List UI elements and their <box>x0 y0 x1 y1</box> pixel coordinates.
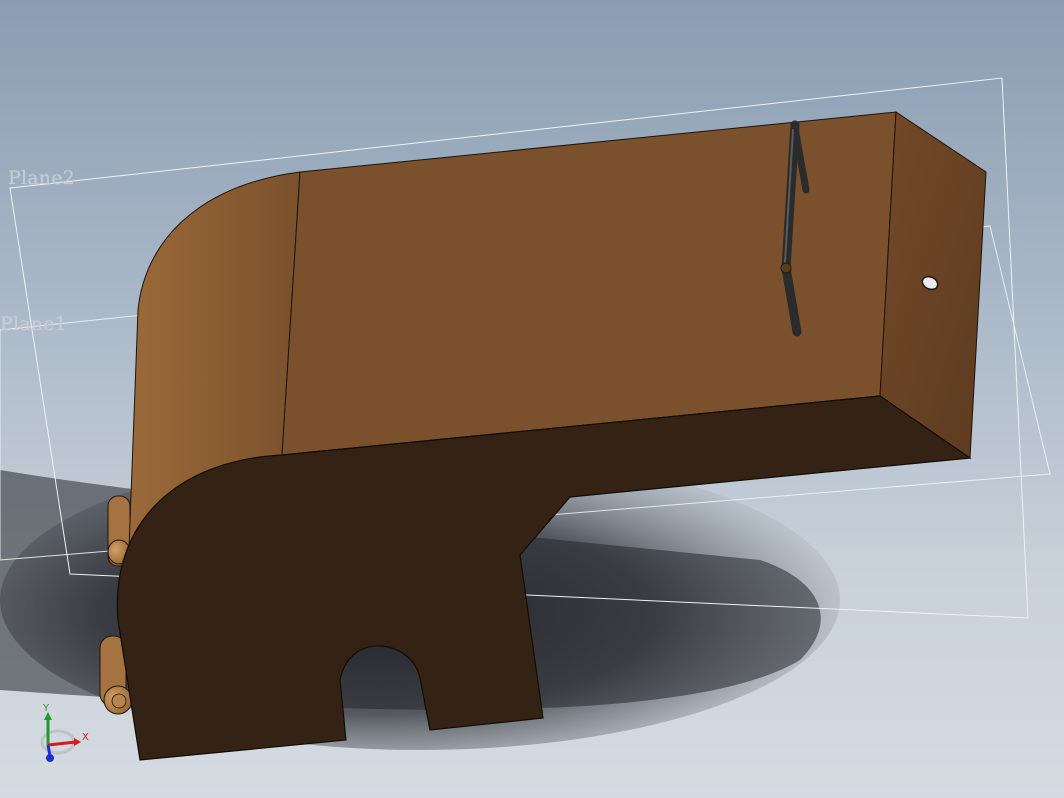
plane2-label[interactable]: Plane2 <box>8 167 75 189</box>
axis-y-label: Y <box>42 703 50 714</box>
axis-z-head <box>46 754 54 762</box>
axis-triad[interactable]: Y X <box>40 703 89 762</box>
axis-x-line <box>47 740 77 747</box>
axis-x-arrow <box>74 738 81 746</box>
3d-viewport[interactable]: Y X Plane2 Plane1 <box>0 0 1064 798</box>
plane1-label[interactable]: Plane1 <box>0 313 67 335</box>
axis-x-label: X <box>82 732 89 743</box>
model-scene[interactable]: Y X <box>0 0 1064 798</box>
